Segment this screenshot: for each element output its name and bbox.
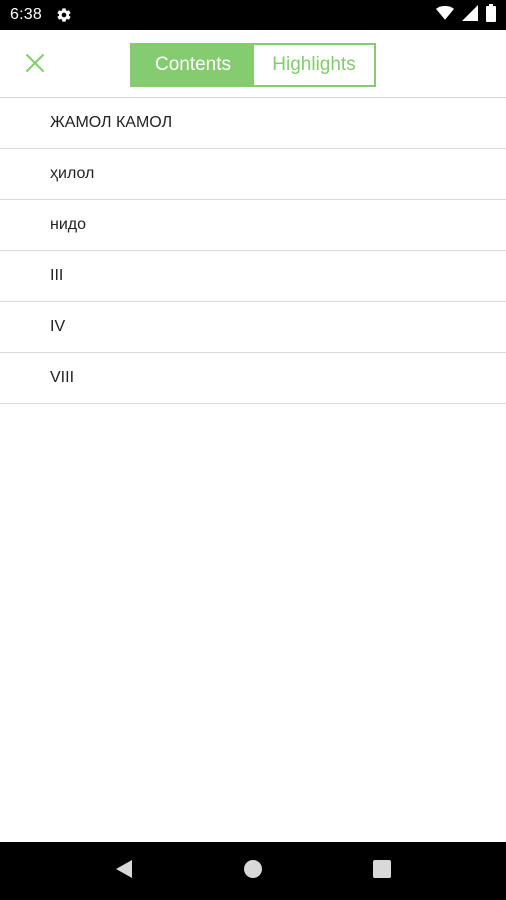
toolbar: Contents Highlights (0, 30, 506, 98)
status-bar: 6:38 (0, 0, 506, 30)
cell-signal-icon (462, 4, 478, 26)
contents-list: ЖАМОЛ КАМОЛ ҳилол нидо III IV VIII (0, 98, 506, 404)
list-item[interactable]: VIII (0, 353, 506, 404)
back-button[interactable] (104, 851, 144, 891)
status-time: 6:38 (10, 6, 42, 23)
list-item[interactable]: IV (0, 302, 506, 353)
close-button[interactable] (20, 50, 50, 80)
tab-highlights[interactable]: Highlights (254, 45, 374, 85)
list-item[interactable]: ЖАМОЛ КАМОЛ (0, 98, 506, 149)
close-icon (25, 53, 45, 78)
list-item[interactable]: III (0, 251, 506, 302)
home-icon (243, 859, 263, 884)
wifi-icon (436, 5, 454, 26)
home-button[interactable] (233, 851, 273, 891)
list-item[interactable]: нидо (0, 200, 506, 251)
list-item[interactable]: ҳилол (0, 149, 506, 200)
recents-button[interactable] (362, 851, 402, 891)
gear-icon (56, 6, 74, 24)
tab-contents[interactable]: Contents (132, 45, 254, 85)
battery-icon (486, 3, 496, 27)
navigation-bar (0, 842, 506, 900)
back-icon (114, 858, 134, 885)
recents-icon (372, 859, 391, 883)
contents-highlights-toggle: Contents Highlights (130, 43, 376, 87)
